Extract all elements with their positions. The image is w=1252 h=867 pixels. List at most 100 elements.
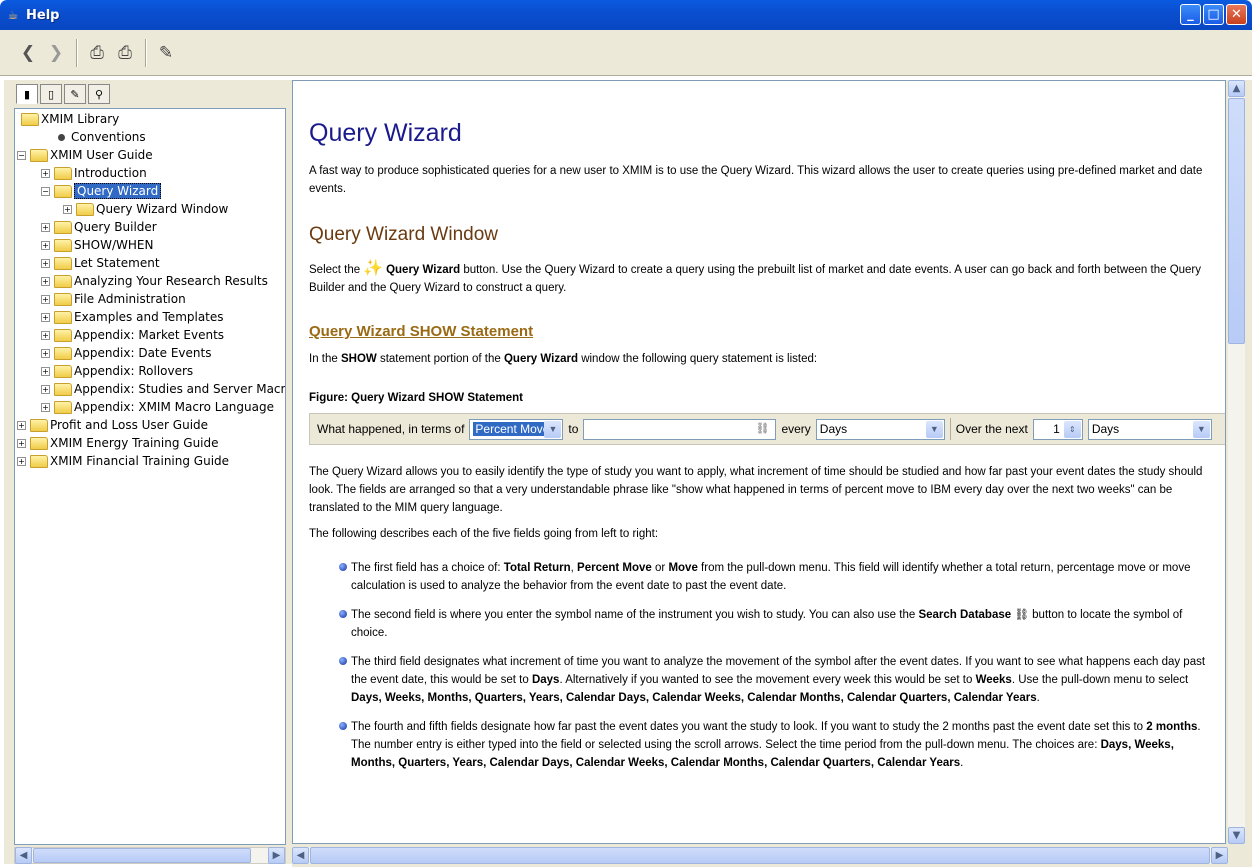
folder-icon xyxy=(30,454,48,468)
expand-icon[interactable]: + xyxy=(41,294,50,304)
tab-contents[interactable]: ▮ xyxy=(16,84,38,104)
tree-node[interactable]: + SHOW/WHEN xyxy=(41,236,153,254)
expand-icon[interactable]: + xyxy=(17,420,26,430)
page-setup-button[interactable]: ⎙ xyxy=(111,39,139,67)
scroll-left-button[interactable]: ◀ xyxy=(292,847,309,864)
content-horizontal-scrollbar[interactable]: ◀ ▶ xyxy=(292,847,1228,864)
tree-node[interactable]: + Introduction xyxy=(41,164,147,182)
show-statement-link[interactable]: Query Wizard SHOW Statement xyxy=(309,323,1225,340)
tree-node-label: Appendix: Rollovers xyxy=(74,364,194,378)
tree-node[interactable]: + Appendix: Date Events xyxy=(41,344,211,362)
folder-icon xyxy=(54,166,72,180)
expand-icon[interactable]: + xyxy=(41,348,50,358)
expand-icon[interactable]: + xyxy=(41,384,50,394)
expand-icon[interactable]: + xyxy=(17,456,26,466)
tree-node[interactable]: − XMIM User Guide xyxy=(17,146,153,164)
expand-icon[interactable]: + xyxy=(41,330,50,340)
chevron-down-icon[interactable]: ▼ xyxy=(544,420,562,438)
scroll-thumb[interactable] xyxy=(1228,98,1245,344)
scroll-down-button[interactable]: ▼ xyxy=(1228,827,1245,844)
increment-combo[interactable]: Days ▼ xyxy=(815,418,945,440)
tree-node[interactable]: XMIM Library xyxy=(17,110,119,128)
page-title: Query Wizard xyxy=(309,119,462,147)
tree-node-label: File Administration xyxy=(74,292,186,306)
measure-combo[interactable]: Percent Move ▼ xyxy=(469,418,564,440)
scroll-up-button[interactable]: ▲ xyxy=(1228,80,1245,97)
scroll-thumb[interactable] xyxy=(33,848,251,863)
tree-node[interactable]: + Appendix: Market Events xyxy=(41,326,224,344)
content-vertical-scrollbar[interactable]: ▲ ▼ xyxy=(1228,80,1245,844)
tree-node[interactable]: + Appendix: Studies and Server Macros xyxy=(41,380,285,398)
list-item: The third field designates what incremen… xyxy=(339,653,1219,707)
label-over-the-next: Over the next xyxy=(955,422,1028,436)
tree-node[interactable]: − Query Wizard xyxy=(41,182,162,200)
back-button[interactable]: ❮ xyxy=(14,39,42,67)
expand-icon[interactable]: + xyxy=(41,258,50,268)
symbol-field[interactable]: ⛓ xyxy=(583,418,777,440)
spinner-arrows-icon[interactable]: ⇕ xyxy=(1063,420,1081,438)
tree-node[interactable]: + XMIM Energy Training Guide xyxy=(17,434,219,452)
folder-icon xyxy=(54,274,72,288)
tree-node[interactable]: + Examples and Templates xyxy=(41,308,224,326)
expand-icon[interactable]: + xyxy=(63,204,72,214)
collapse-icon[interactable]: − xyxy=(41,186,50,196)
tree-node[interactable]: + Query Builder xyxy=(41,218,157,236)
folder-icon xyxy=(54,256,72,270)
expand-icon[interactable]: + xyxy=(41,222,50,232)
tree-node-label: Appendix: Market Events xyxy=(74,328,225,342)
list-item: The second field is where you enter the … xyxy=(339,606,1219,642)
tree-node-label: XMIM Energy Training Guide xyxy=(50,436,219,450)
period-combo[interactable]: Days ▼ xyxy=(1087,418,1212,440)
expand-icon[interactable]: + xyxy=(17,438,26,448)
tree-node-label: XMIM Financial Training Guide xyxy=(50,454,230,468)
tree-node-label: XMIM User Guide xyxy=(50,148,153,162)
collapse-icon[interactable]: − xyxy=(17,150,26,160)
show-intro-paragraph: In the SHOW statement portion of the Que… xyxy=(309,353,818,365)
close-button[interactable]: ✕ xyxy=(1226,4,1247,25)
print-button[interactable]: ⎙ xyxy=(83,39,111,67)
tab-search[interactable]: ⚲ xyxy=(88,84,110,104)
merge-button[interactable]: ✎ xyxy=(152,39,180,67)
tree-node[interactable]: + File Administration xyxy=(41,290,186,308)
tree-node-label: Query Wizard Window xyxy=(96,202,229,216)
folder-icon xyxy=(76,202,94,216)
search-database-icon[interactable]: ⛓ xyxy=(755,422,769,435)
expand-icon[interactable]: + xyxy=(41,402,50,412)
document-icon xyxy=(58,133,65,141)
scroll-thumb[interactable] xyxy=(310,847,1210,864)
tree-node[interactable]: + Let Statement xyxy=(41,254,160,272)
tree-node[interactable]: + Appendix: XMIM Macro Language xyxy=(41,398,274,416)
tree-node-label: Conventions xyxy=(71,130,146,144)
expand-icon[interactable]: + xyxy=(41,276,50,286)
tree-node-label: Appendix: XMIM Macro Language xyxy=(74,400,274,414)
scroll-right-button[interactable]: ▶ xyxy=(268,847,285,864)
maximize-button[interactable]: □ xyxy=(1203,4,1224,25)
print-icon: ⎙ xyxy=(90,42,104,63)
chevron-down-icon[interactable]: ▼ xyxy=(925,420,943,438)
label-to: to xyxy=(568,422,579,436)
number-spinner[interactable]: 1 ⇕ xyxy=(1032,418,1083,440)
tree-horizontal-scrollbar[interactable]: ◀ ▶ xyxy=(14,847,286,864)
folder-icon xyxy=(54,382,72,396)
tab-index[interactable]: ▯ xyxy=(40,84,62,104)
expand-icon[interactable]: + xyxy=(41,240,50,250)
list-item: The fourth and fifth fields designate ho… xyxy=(339,718,1219,772)
chevron-down-icon[interactable]: ▼ xyxy=(1192,420,1210,438)
scroll-right-button[interactable]: ▶ xyxy=(1211,847,1228,864)
tree-node[interactable]: + Query Wizard Window xyxy=(63,200,228,218)
tree-node[interactable]: + Analyzing Your Research Results xyxy=(41,272,268,290)
expand-icon[interactable]: + xyxy=(41,366,50,376)
tree-node[interactable]: + Appendix: Rollovers xyxy=(41,362,193,380)
forward-button[interactable]: ❯ xyxy=(42,39,70,67)
minimize-button[interactable]: _ xyxy=(1180,4,1201,25)
tab-glossary[interactable]: ✎ xyxy=(64,84,86,104)
scroll-left-button[interactable]: ◀ xyxy=(15,847,32,864)
label-every: every xyxy=(781,422,811,436)
expand-icon[interactable]: + xyxy=(41,312,50,322)
tree-node[interactable]: + XMIM Financial Training Guide xyxy=(17,452,229,470)
tree-node[interactable]: Conventions xyxy=(41,128,146,146)
expand-icon[interactable]: + xyxy=(41,168,50,178)
help-content: Query Wizard A fast way to produce sophi… xyxy=(292,80,1226,844)
tree-node[interactable]: + Profit and Loss User Guide xyxy=(17,416,208,434)
section-title: Query Wizard Window xyxy=(309,224,498,245)
